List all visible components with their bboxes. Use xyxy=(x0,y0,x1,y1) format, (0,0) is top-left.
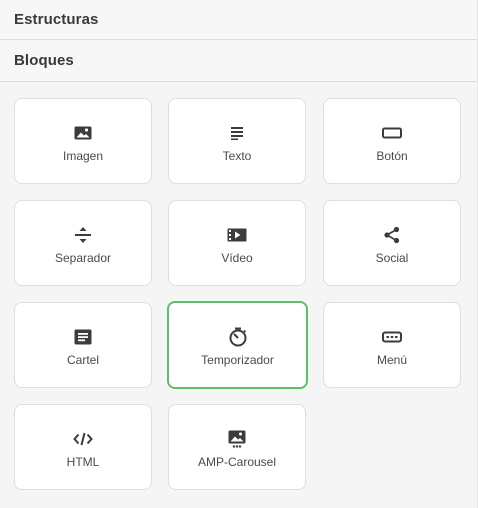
code-icon xyxy=(73,429,93,449)
block-button[interactable]: Botón xyxy=(323,98,461,184)
block-label: Botón xyxy=(376,149,408,163)
button-icon xyxy=(382,123,402,143)
block-label: Texto xyxy=(222,149,252,163)
block-separator[interactable]: Separador xyxy=(14,200,152,286)
block-label: Separador xyxy=(54,251,112,265)
block-timer[interactable]: Temporizador xyxy=(167,301,308,389)
block-social[interactable]: Social xyxy=(323,200,461,286)
block-banner[interactable]: Cartel xyxy=(14,302,152,388)
block-image[interactable]: Imagen xyxy=(14,98,152,184)
block-label: Temporizador xyxy=(201,353,274,367)
banner-icon xyxy=(73,327,93,347)
block-label: AMP-Carousel xyxy=(197,455,277,469)
menu-icon xyxy=(382,327,402,347)
section-structures-label: Estructuras xyxy=(14,11,99,28)
block-menu[interactable]: Menú xyxy=(323,302,461,388)
block-label: Menú xyxy=(376,353,408,367)
block-text[interactable]: Texto xyxy=(168,98,306,184)
block-label: Cartel xyxy=(66,353,99,367)
text-icon xyxy=(227,123,247,143)
block-video[interactable]: Vídeo xyxy=(168,200,306,286)
block-label: Vídeo xyxy=(221,251,253,265)
share-icon xyxy=(382,225,402,245)
separator-icon xyxy=(73,225,93,245)
carousel-icon xyxy=(227,429,247,449)
section-blocks-label: Bloques xyxy=(14,52,74,69)
blocks-panel: Estructuras Bloques Imagen Texto Botón S… xyxy=(0,0,478,508)
block-html[interactable]: HTML xyxy=(14,404,152,490)
video-icon xyxy=(227,225,247,245)
block-label: Imagen xyxy=(62,149,104,163)
image-icon xyxy=(73,123,93,143)
section-structures[interactable]: Estructuras xyxy=(0,0,477,40)
block-label: Social xyxy=(375,251,409,265)
section-blocks[interactable]: Bloques xyxy=(0,40,477,82)
timer-icon xyxy=(228,327,248,347)
block-amp-carousel[interactable]: AMP-Carousel xyxy=(168,404,306,490)
block-label: HTML xyxy=(66,455,100,469)
